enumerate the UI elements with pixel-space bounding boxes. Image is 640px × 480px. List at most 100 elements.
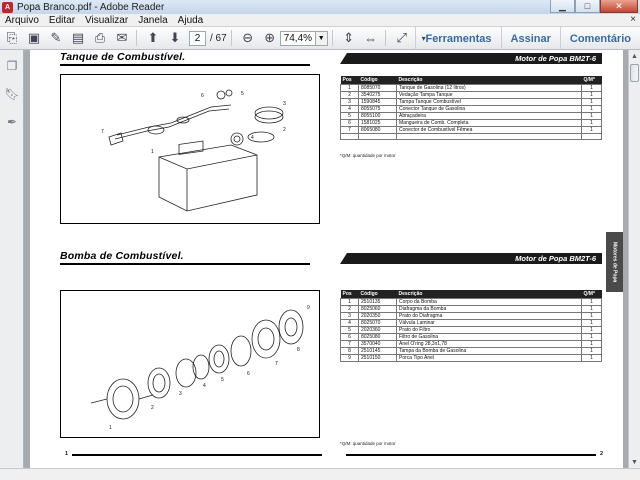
toolbar-right: Ferramentas Assinar Comentário [415,27,640,50]
parts-table-pump: Pos Código Descrição Q/M* 1 2510135 Corpo … [340,290,602,362]
parts-table-tank: Pos Código Descrição Q/M* 1 8085070 Tanque… [340,76,602,140]
signatures-icon[interactable]: ✒ [0,110,24,134]
svg-text:2: 2 [151,405,154,411]
status-bar [0,468,640,480]
cell-qty: 1 [581,297,602,306]
svg-text:6: 6 [247,371,250,377]
svg-text:1: 1 [109,425,112,431]
fuel-pump-figure: 1 2 3 4 5 6 7 8 9 [60,290,320,438]
menu-janela[interactable]: Janela [133,15,172,26]
create-pdf-icon[interactable]: ⎘ [2,29,22,47]
zoom-dropdown-icon[interactable]: ▼ [315,30,328,46]
table-row: 7 8065080 Conector de Combustível Fêmea 1 [340,125,602,134]
tools-button[interactable]: Ferramentas [415,27,500,50]
cell-pos: 2 [340,304,359,313]
cell-code: 2510145 [358,346,397,355]
cell-description: Mangueira de Comb. Completa [396,118,582,127]
table-row: 1 8085070 Tanque de Gasolina (12 litros) 1 [340,83,602,92]
cell-qty: 1 [581,104,602,113]
window-title: Popa Branco.pdf - Adobe Reader [17,1,165,13]
scroll-up-icon[interactable]: ▲ [629,50,640,62]
bookmarks-icon[interactable]: 🔖︎ [0,82,24,106]
window-controls: ▁ □ ✕ [550,0,638,13]
edit-icon[interactable]: ✎ [46,29,66,47]
page-number-input[interactable]: 2 [189,30,206,46]
menu-ajuda[interactable]: Ajuda [173,15,209,26]
cell-qty: 1 [581,353,602,362]
svg-text:2: 2 [283,127,286,133]
combine-files-icon[interactable]: ▣ [24,29,44,47]
table-row: 8 2510145 Tampa da Bomba de Gasolina 1 [340,346,602,355]
cell-code: 8025070 [358,318,397,327]
cell-pos: 7 [340,125,359,134]
fit-page-icon[interactable]: ⇕ [339,29,359,47]
menu-arquivo[interactable]: Arquivo [0,15,44,26]
cell-description: Filtro de Gasolina [396,332,582,341]
zoom-in-icon[interactable]: ⊕ [260,29,280,47]
cell-qty: 1 [581,304,602,313]
cell-code: 1581025 [358,118,397,127]
cell-qty: 1 [581,346,602,355]
cell-code: 2510150 [358,353,397,362]
menu-editar[interactable]: Editar [44,15,80,26]
previous-page-icon[interactable]: ⬆ [143,29,163,47]
col-header-code: Código [358,290,397,298]
email-icon[interactable]: ✉ [112,29,132,47]
title-rule [60,64,310,66]
sign-button[interactable]: Assinar [500,27,560,50]
bottom-rule [346,454,596,456]
cell-qty: 1 [581,125,602,134]
table-row: 5 2020360 Prato do Filtro 1 [340,325,602,334]
cell-description: Porca Tipo Anel [396,353,582,362]
footnote-tank: *Q/M: quantidade por motor [340,153,396,158]
svg-text:1: 1 [151,149,154,155]
scroll-thumb[interactable] [630,64,639,82]
minimize-button[interactable]: ▁ [550,0,575,13]
page-thumbnails-icon[interactable]: ❐ [0,54,24,78]
table-row: 3 2020350 Prato do Diafragma 1 [340,311,602,320]
menu-visualizar[interactable]: Visualizar [80,15,133,26]
read-mode-icon[interactable]: ⤢ [392,29,412,47]
next-page-icon[interactable]: ⬇ [165,29,185,47]
col-header-code: Código [358,76,397,84]
cell-qty: 1 [581,311,602,320]
section-title-pump: Bomba de Combustível. [60,250,184,262]
cell-description: Tampa Tanque Combustível [396,97,582,106]
cell-qty: 1 [581,97,602,106]
cell-pos: 2 [340,90,359,99]
maximize-button[interactable]: □ [575,0,600,13]
fuel-tank-drawing: 5 3 2 1 7 6 4 [101,89,286,212]
page-number-right: 2 [600,451,604,457]
fit-width-icon[interactable]: ⇔ [361,29,381,47]
zoom-out-icon[interactable]: ⊖ [238,29,258,47]
table-row: 7 3570040 Anel O'ring 28,3x1,78 1 [340,339,602,348]
cell-code: 1590845 [358,97,397,106]
cell-qty: 1 [581,118,602,127]
menu-bar: Arquivo Editar Visualizar Janela Ajuda × [0,14,640,27]
model-band: Motor de Popa BM2T-6 [340,253,602,264]
cell-description: Válvula Laminar [396,318,582,327]
toolbar-separator [230,30,232,46]
zoom-input[interactable]: 74,4% [279,30,316,46]
svg-text:4: 4 [203,383,206,389]
table-row: 4 8025070 Válvula Laminar 1 [340,318,602,327]
cell-description: Vedação Tampa Tanque [396,90,582,99]
svg-text:9: 9 [307,305,310,311]
fuel-tank-figure: 5 3 2 1 7 6 4 [60,74,320,224]
model-band: Motor de Popa BM2T-6 [340,53,602,64]
print-icon[interactable]: ⎙ [90,29,110,47]
svg-text:5: 5 [241,91,244,97]
document-close-icon[interactable]: × [630,14,636,25]
cell-qty: 1 [581,83,602,92]
col-header-qty: Q/M* [581,290,602,298]
cell-pos: 8 [340,346,359,355]
scroll-down-icon[interactable]: ▼ [629,456,640,468]
comment-button[interactable]: Comentário [559,27,640,50]
vertical-scrollbar[interactable]: ▲ ▼ [628,50,640,468]
close-button[interactable]: ✕ [600,0,638,13]
save-icon[interactable]: ▤ [68,29,88,47]
cell-description: Diafragma da Bomba [396,304,582,313]
cell-code: 2020350 [358,311,397,320]
cell-code: 3540275 [358,90,397,99]
cell-code: 8085070 [358,83,397,92]
